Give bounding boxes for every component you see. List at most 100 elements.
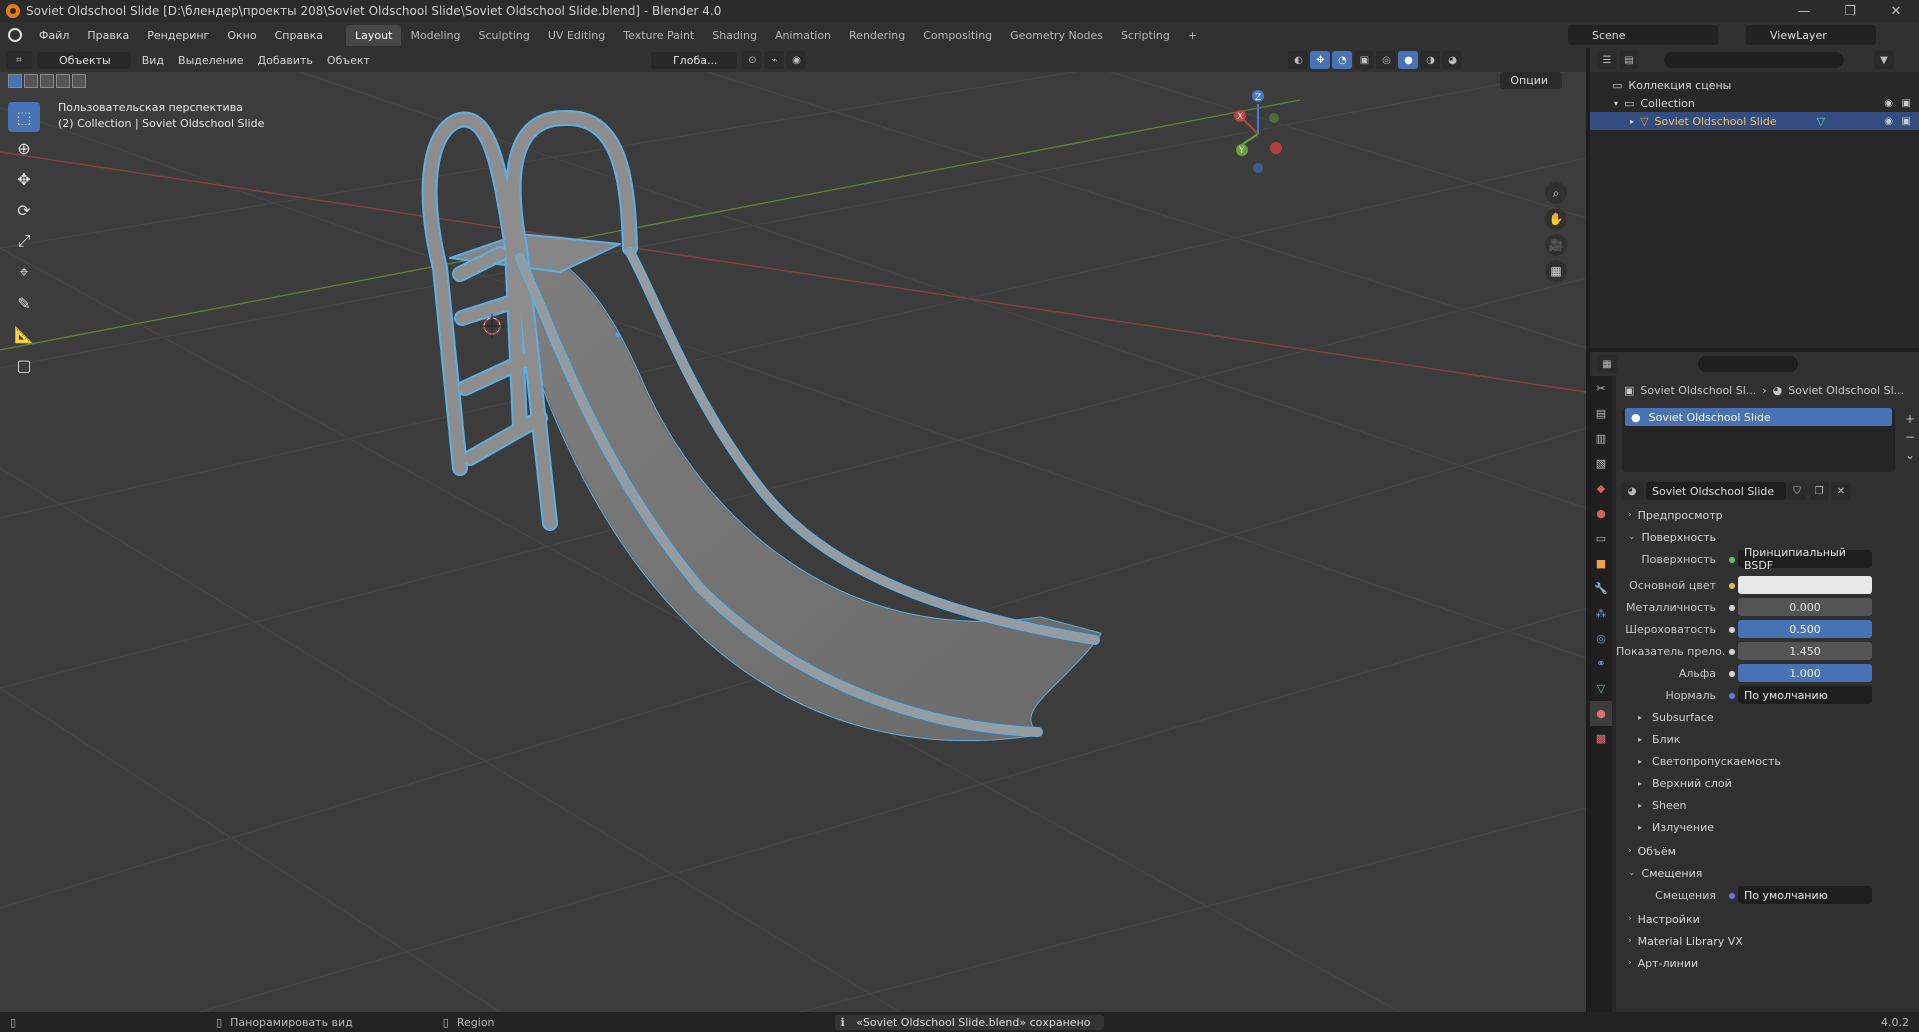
tool-tab-icon[interactable]: ✂ xyxy=(1590,376,1612,401)
surface-section[interactable]: ⌄ Поверхность xyxy=(1616,526,1919,548)
outliner-editor-type-icon[interactable]: ☰ xyxy=(1597,51,1617,69)
view-layer-tab-icon[interactable]: ▧ xyxy=(1590,451,1612,476)
zoom-icon[interactable]: ⌕ xyxy=(1545,182,1567,204)
output-tab-icon[interactable]: ▥ xyxy=(1590,426,1612,451)
menu-render[interactable]: Рендеринг xyxy=(138,29,218,42)
roughness-field[interactable]: 0.500 xyxy=(1738,620,1872,638)
tab-layout[interactable]: Layout xyxy=(346,24,402,46)
add-cube-tool-icon[interactable]: ▢ xyxy=(8,350,40,380)
ortho-grid-icon[interactable]: ▦ xyxy=(1545,260,1567,282)
settings-section[interactable]: › Настройки xyxy=(1616,908,1919,930)
select-subtract-icon[interactable] xyxy=(40,74,54,88)
rotate-tool-icon[interactable]: ⟳ xyxy=(8,195,40,225)
close-button[interactable]: ✕ xyxy=(1873,0,1919,22)
select-extend-icon[interactable] xyxy=(24,74,38,88)
outliner-search-input[interactable] xyxy=(1664,52,1844,68)
base-color-swatch[interactable] xyxy=(1738,576,1872,594)
blender-menu-icon[interactable] xyxy=(8,28,22,42)
displacement-section[interactable]: ⌄ Смещения xyxy=(1616,862,1919,884)
object-camera-icon[interactable]: ▣ xyxy=(1902,116,1911,127)
editor-type-icon[interactable]: ⌗ xyxy=(6,51,32,69)
add-slot-button[interactable]: + xyxy=(1905,410,1915,428)
visibility-icon[interactable]: ◐ xyxy=(1288,51,1309,69)
gizmo-toggle-icon[interactable]: ✥ xyxy=(1310,51,1331,69)
mesh-data-icon[interactable]: ▽ xyxy=(1817,115,1825,128)
camera-icon[interactable]: ▣ xyxy=(1902,98,1911,109)
tab-texture-paint[interactable]: Texture Paint xyxy=(614,25,703,46)
subpanel-subsurface[interactable]: ▸ Subsurface xyxy=(1616,706,1919,728)
properties-search-input[interactable] xyxy=(1698,356,1798,372)
menu-add[interactable]: Добавить xyxy=(251,52,320,69)
view-layer-selector[interactable]: ViewLayer xyxy=(1746,25,1876,45)
material-browse-icon[interactable]: ◕ xyxy=(1621,482,1643,500)
material-slot-item[interactable]: ● Soviet Oldschool Slide xyxy=(1625,408,1892,426)
volume-section[interactable]: › Объём xyxy=(1616,840,1919,862)
maximize-button[interactable]: ❐ xyxy=(1827,0,1873,22)
texture-tab-icon[interactable]: ▩ xyxy=(1590,726,1612,751)
constraints-tab-icon[interactable]: ⚭ xyxy=(1590,651,1612,676)
expand-arrow-icon[interactable]: ▸ xyxy=(1630,117,1634,126)
collection-row[interactable]: ▾ ▭ Collection ◉ ▣ xyxy=(1590,94,1919,112)
menu-window[interactable]: Окно xyxy=(218,29,265,42)
solid-shading-icon[interactable]: ● xyxy=(1398,51,1419,69)
material-shading-icon[interactable]: ◑ xyxy=(1420,51,1441,69)
annotate-tool-icon[interactable]: ✎ xyxy=(8,288,40,318)
scene-collection-row[interactable]: ▭ Коллекция сцены xyxy=(1590,76,1919,94)
transform-orientation-dropdown[interactable]: Глоба... xyxy=(650,51,738,69)
subpanel-coat[interactable]: ▸ Верхний слой xyxy=(1616,772,1919,794)
pan-hand-icon[interactable]: ✋ xyxy=(1545,208,1567,230)
select-intersect-icon[interactable] xyxy=(72,74,86,88)
filter-icon[interactable]: ▼ xyxy=(1874,51,1894,69)
move-tool-icon[interactable]: ✥ xyxy=(8,164,40,194)
render-tab-icon[interactable]: ▤ xyxy=(1590,401,1612,426)
displacement-field[interactable]: По умолчанию xyxy=(1738,886,1872,904)
preview-section[interactable]: › Предпросмотр xyxy=(1616,504,1919,526)
tab-uv-editing[interactable]: UV Editing xyxy=(539,25,614,46)
material-tab-icon[interactable]: ● xyxy=(1590,701,1612,726)
tab-compositing[interactable]: Compositing xyxy=(914,25,1001,46)
eye-icon[interactable]: ◉ xyxy=(1884,98,1893,109)
options-dropdown[interactable]: Опции xyxy=(1500,72,1562,89)
properties-editor-type-icon[interactable]: ▦ xyxy=(1597,355,1617,373)
measure-tool-icon[interactable]: 📐 xyxy=(8,319,40,349)
pivot-icon[interactable]: ⊙ xyxy=(742,51,763,69)
mode-dropdown[interactable]: Объекты xyxy=(37,51,131,69)
unlink-material-icon[interactable]: ✕ xyxy=(1831,482,1851,500)
proportional-edit-icon[interactable]: ◉ xyxy=(786,51,807,69)
metallic-field[interactable]: 0.000 xyxy=(1738,598,1872,616)
save-report[interactable]: ℹ «Soviet Oldschool Slide.blend» сохране… xyxy=(834,1014,1105,1030)
menu-file[interactable]: Файл xyxy=(30,29,78,42)
rendered-shading-icon[interactable]: ◕ xyxy=(1442,51,1463,69)
world-tab-icon[interactable]: ● xyxy=(1590,501,1612,526)
select-invert-icon[interactable] xyxy=(56,74,70,88)
select-box-tool-icon[interactable]: ⬚ xyxy=(8,102,40,132)
minimize-button[interactable]: — xyxy=(1781,0,1827,22)
material-slot-list[interactable]: ● Soviet Oldschool Slide xyxy=(1622,408,1895,472)
object-eye-icon[interactable]: ◉ xyxy=(1884,116,1893,127)
scene-tab-icon[interactable]: ◆ xyxy=(1590,476,1612,501)
xray-icon[interactable]: ▣ xyxy=(1354,51,1375,69)
material-library-section[interactable]: › Material Library VX xyxy=(1616,930,1919,952)
normal-field[interactable]: По умолчанию xyxy=(1738,686,1872,704)
menu-help[interactable]: Справка xyxy=(266,29,332,42)
camera-view-icon[interactable]: 🎥 xyxy=(1545,234,1567,256)
fake-user-icon[interactable]: ⛉ xyxy=(1787,482,1807,500)
ior-field[interactable]: 1.450 xyxy=(1738,642,1872,660)
cursor-tool-icon[interactable]: ⊕ xyxy=(8,133,40,163)
3d-viewport[interactable]: Z Y X ⌗ Объекты Вид Выделение Добавить О… xyxy=(0,48,1586,1012)
wireframe-shading-icon[interactable]: ◎ xyxy=(1376,51,1397,69)
lineart-section[interactable]: › Арт-линии xyxy=(1616,952,1919,974)
subpanel-transmission[interactable]: ▸ Светопропускаемость xyxy=(1616,750,1919,772)
menu-select[interactable]: Выделение xyxy=(171,52,251,69)
modifier-tab-icon[interactable]: 🔧 xyxy=(1590,576,1612,601)
tab-rendering[interactable]: Rendering xyxy=(840,25,914,46)
scene-selector[interactable]: Scene xyxy=(1568,25,1718,45)
transform-tool-icon[interactable]: ⌖ xyxy=(8,257,40,287)
tab-shading[interactable]: Shading xyxy=(703,25,766,46)
subpanel-specular[interactable]: ▸ Блик xyxy=(1616,728,1919,750)
viewport-canvas[interactable]: Z Y X xyxy=(0,48,1586,1012)
slot-specials-button[interactable]: ⌄ xyxy=(1905,446,1915,464)
duplicate-material-icon[interactable]: ❐ xyxy=(1809,482,1829,500)
tab-modeling[interactable]: Modeling xyxy=(401,25,469,46)
add-workspace-button[interactable]: + xyxy=(1179,25,1206,46)
